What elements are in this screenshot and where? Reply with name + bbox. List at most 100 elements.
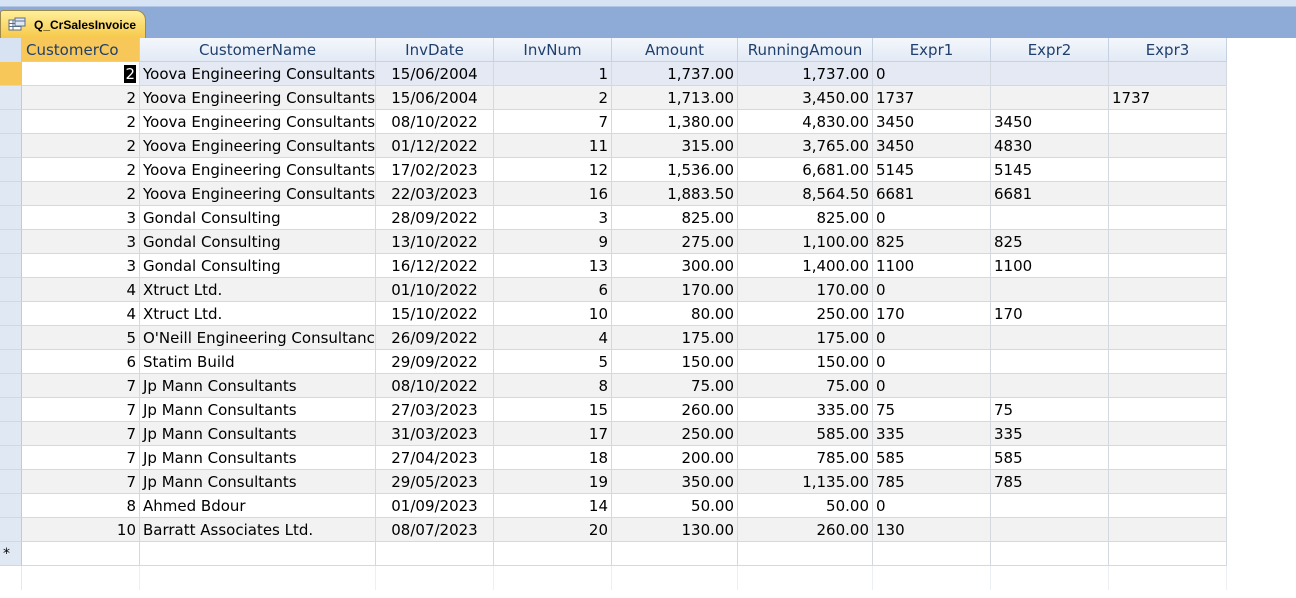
cell-amount[interactable]: 250.00 — [612, 422, 738, 446]
cell-runningamount[interactable]: 3,450.00 — [738, 86, 873, 110]
cell-amount[interactable]: 1,737.00 — [612, 62, 738, 86]
query-tab[interactable]: Q_CrSalesInvoice — [0, 10, 146, 38]
record-selector[interactable] — [0, 398, 22, 422]
cell-customercode[interactable]: 7 — [22, 470, 140, 494]
cell-customercode[interactable]: 2 — [22, 62, 140, 86]
cell-runningamount[interactable]: 175.00 — [738, 326, 873, 350]
cell-expr1[interactable]: 3450 — [873, 110, 991, 134]
cell-amount[interactable]: 825.00 — [612, 206, 738, 230]
cell-invnum[interactable]: 20 — [494, 518, 612, 542]
cell-amount[interactable]: 200.00 — [612, 446, 738, 470]
cell-customercode[interactable]: 2 — [22, 182, 140, 206]
cell-invdate[interactable]: 29/05/2023 — [376, 470, 494, 494]
cell-customername[interactable]: Jp Mann Consultants — [140, 446, 376, 470]
cell-customername[interactable]: Xtruct Ltd. — [140, 278, 376, 302]
column-header-customername[interactable]: CustomerName — [140, 38, 376, 62]
cell-expr3[interactable] — [1109, 494, 1227, 518]
cell-customercode[interactable]: 7 — [22, 398, 140, 422]
cell-amount[interactable]: 170.00 — [612, 278, 738, 302]
cell-expr3[interactable] — [1109, 254, 1227, 278]
cell-invdate[interactable]: 22/03/2023 — [376, 182, 494, 206]
table-row[interactable]: 7 Jp Mann Consultants 27/03/2023 15 260.00 33… — [0, 398, 1296, 422]
cell-invnum[interactable]: 5 — [494, 350, 612, 374]
cell-expr3[interactable] — [1109, 206, 1227, 230]
cell-expr1[interactable]: 75 — [873, 398, 991, 422]
cell-amount[interactable]: 175.00 — [612, 326, 738, 350]
cell-expr1[interactable]: 3450 — [873, 134, 991, 158]
cell-runningamount[interactable]: 8,564.50 — [738, 182, 873, 206]
cell-expr1[interactable]: 6681 — [873, 182, 991, 206]
record-selector[interactable] — [0, 350, 22, 374]
table-row[interactable]: 2 Yoova Engineering Consultants 15/06/2004… — [0, 62, 1296, 86]
cell-expr1[interactable]: 0 — [873, 62, 991, 86]
cell-invdate[interactable]: 01/12/2022 — [376, 134, 494, 158]
datasheet-grid[interactable]: CustomerCo CustomerName InvDate InvNum A… — [0, 38, 1296, 590]
cell-expr3[interactable] — [1109, 374, 1227, 398]
cell-expr1[interactable]: 585 — [873, 446, 991, 470]
cell-amount[interactable]: 350.00 — [612, 470, 738, 494]
cell-expr1[interactable]: 170 — [873, 302, 991, 326]
cell-expr1[interactable]: 130 — [873, 518, 991, 542]
cell-expr3[interactable]: 1737 — [1109, 86, 1227, 110]
table-row[interactable]: 2 Yoova Engineering Consultants 01/12/2022… — [0, 134, 1296, 158]
record-selector[interactable] — [0, 446, 22, 470]
cell-amount[interactable]: 1,713.00 — [612, 86, 738, 110]
cell-expr2[interactable] — [991, 62, 1109, 86]
record-selector[interactable] — [0, 326, 22, 350]
cell-amount[interactable]: 300.00 — [612, 254, 738, 278]
cell-runningamount[interactable]: 250.00 — [738, 302, 873, 326]
cell-expr2[interactable] — [991, 374, 1109, 398]
new-cell-expr3[interactable] — [1109, 542, 1227, 566]
cell-invdate[interactable]: 15/06/2004 — [376, 62, 494, 86]
cell-invnum[interactable]: 6 — [494, 278, 612, 302]
new-cell-expr2[interactable] — [991, 542, 1109, 566]
cell-runningamount[interactable]: 4,830.00 — [738, 110, 873, 134]
cell-expr2[interactable]: 6681 — [991, 182, 1109, 206]
column-header-invdate[interactable]: InvDate — [376, 38, 494, 62]
cell-invnum[interactable]: 15 — [494, 398, 612, 422]
cell-expr3[interactable] — [1109, 398, 1227, 422]
cell-expr3[interactable] — [1109, 422, 1227, 446]
cell-runningamount[interactable]: 170.00 — [738, 278, 873, 302]
cell-expr3[interactable] — [1109, 326, 1227, 350]
cell-amount[interactable]: 80.00 — [612, 302, 738, 326]
new-cell-runningamount[interactable] — [738, 542, 873, 566]
cell-expr2[interactable] — [991, 518, 1109, 542]
cell-runningamount[interactable]: 1,737.00 — [738, 62, 873, 86]
cell-expr3[interactable] — [1109, 230, 1227, 254]
cell-expr1[interactable]: 0 — [873, 374, 991, 398]
cell-customercode[interactable]: 7 — [22, 422, 140, 446]
cell-customername[interactable]: Jp Mann Consultants — [140, 470, 376, 494]
select-all-corner[interactable] — [0, 38, 22, 62]
cell-invdate[interactable]: 31/03/2023 — [376, 422, 494, 446]
cell-expr3[interactable] — [1109, 182, 1227, 206]
cell-customercode[interactable]: 10 — [22, 518, 140, 542]
cell-expr3[interactable] — [1109, 134, 1227, 158]
record-selector[interactable] — [0, 374, 22, 398]
record-selector[interactable] — [0, 110, 22, 134]
record-selector[interactable] — [0, 518, 22, 542]
cell-expr2[interactable] — [991, 206, 1109, 230]
record-selector[interactable] — [0, 470, 22, 494]
cell-runningamount[interactable]: 1,100.00 — [738, 230, 873, 254]
record-selector[interactable] — [0, 134, 22, 158]
table-row[interactable]: 4 Xtruct Ltd. 15/10/2022 10 80.00 250.00 170 17… — [0, 302, 1296, 326]
record-selector[interactable] — [0, 206, 22, 230]
table-row[interactable]: 7 Jp Mann Consultants 31/03/2023 17 250.00 58… — [0, 422, 1296, 446]
cell-invdate[interactable]: 13/10/2022 — [376, 230, 494, 254]
cell-expr3[interactable] — [1109, 110, 1227, 134]
cell-customercode[interactable]: 3 — [22, 230, 140, 254]
cell-expr3[interactable] — [1109, 518, 1227, 542]
new-record-selector[interactable]: * — [0, 542, 22, 566]
cell-runningamount[interactable]: 3,765.00 — [738, 134, 873, 158]
table-row[interactable]: 3 Gondal Consulting 13/10/2022 9 275.00 1,100… — [0, 230, 1296, 254]
cell-customername[interactable]: Gondal Consulting — [140, 254, 376, 278]
column-header-expr3[interactable]: Expr3 — [1109, 38, 1227, 62]
table-row[interactable]: 5 O'Neill Engineering Consultancy 26/09/20… — [0, 326, 1296, 350]
table-row[interactable]: 3 Gondal Consulting 28/09/2022 3 825.00 825.0… — [0, 206, 1296, 230]
cell-expr1[interactable]: 0 — [873, 350, 991, 374]
cell-invnum[interactable]: 19 — [494, 470, 612, 494]
cell-expr1[interactable]: 0 — [873, 278, 991, 302]
table-row[interactable]: 2 Yoova Engineering Consultants 22/03/2023… — [0, 182, 1296, 206]
cell-customercode[interactable]: 7 — [22, 446, 140, 470]
